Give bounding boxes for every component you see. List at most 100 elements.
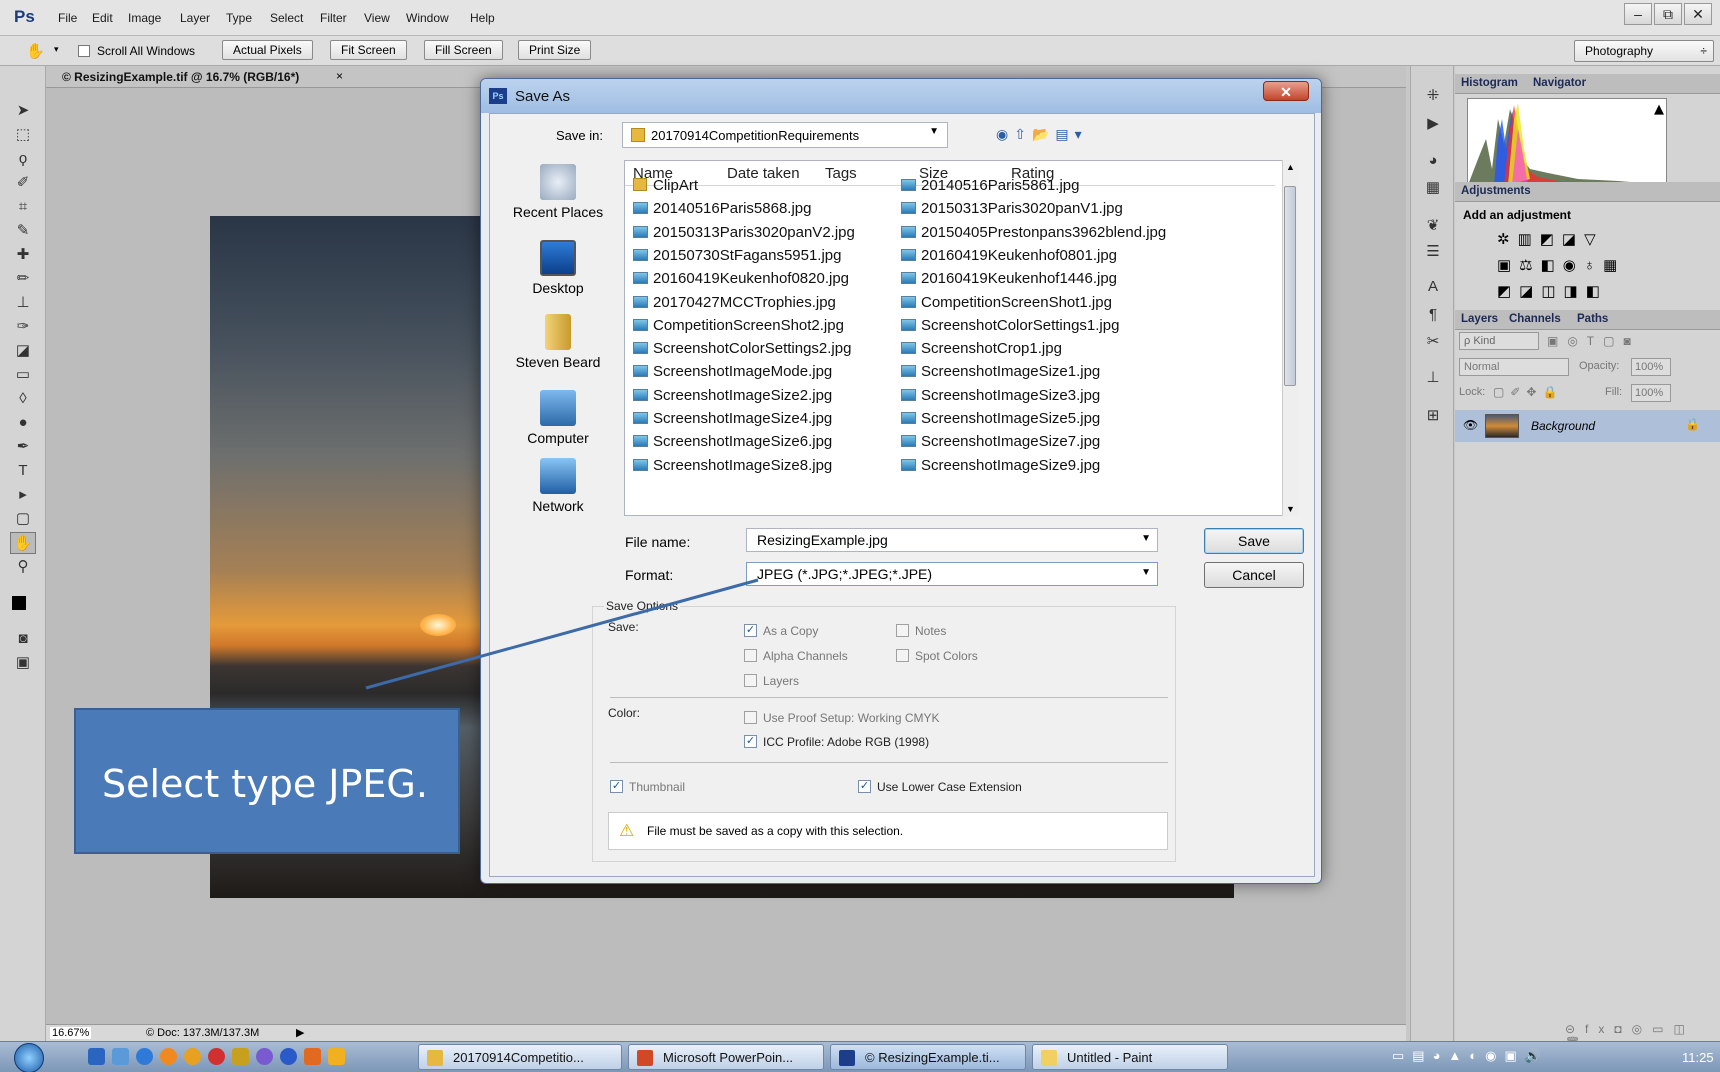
- navigation-icons[interactable]: ◉⇧📂▤▾: [996, 126, 1088, 143]
- lower-case-checkbox[interactable]: ✓: [858, 780, 871, 793]
- menu-filter[interactable]: Filter: [320, 11, 347, 25]
- blur-tool-icon[interactable]: ◊: [10, 388, 36, 410]
- file-item[interactable]: CompetitionScreenShot1.jpg: [901, 294, 1112, 316]
- chevron-down-icon[interactable]: ▼: [1141, 533, 1151, 544]
- lock-icons[interactable]: ▢✐✥🔒: [1493, 385, 1563, 399]
- spot-colors-checkbox[interactable]: [896, 649, 909, 662]
- print-size-button[interactable]: Print Size: [518, 40, 592, 60]
- menu-view[interactable]: View: [364, 11, 390, 25]
- show-desktop-icon[interactable]: [88, 1048, 105, 1065]
- marquee-tool-icon[interactable]: ⬚: [10, 124, 36, 146]
- taskbar-explorer[interactable]: 20170914Competitio...: [418, 1044, 622, 1070]
- dialog-close-button[interactable]: ✕: [1263, 81, 1309, 101]
- file-item[interactable]: ScreenshotImageMode.jpg: [633, 363, 832, 385]
- layer-row[interactable]: 👁 Background 🔒: [1455, 410, 1720, 442]
- opera-icon[interactable]: [208, 1048, 225, 1065]
- file-item[interactable]: 20160419Keukenhof0820.jpg: [633, 270, 849, 292]
- pen-tool-icon[interactable]: ✒: [10, 436, 36, 458]
- alpha-channels-checkbox[interactable]: [744, 649, 757, 662]
- tab-adjustments[interactable]: Adjustments: [1461, 185, 1531, 197]
- zoom-level[interactable]: 16.67%: [50, 1027, 92, 1039]
- minimize-button[interactable]: –: [1624, 3, 1652, 25]
- format-select[interactable]: JPEG (*.JPG;*.JPEG;*.JPE) ▼: [746, 562, 1158, 586]
- workspace-select[interactable]: Photography ÷: [1574, 40, 1714, 62]
- file-item[interactable]: ScreenshotImageSize9.jpg: [901, 457, 1100, 479]
- paragraph-icon[interactable]: ¶: [1423, 306, 1443, 323]
- healing-tool-icon[interactable]: ✚: [10, 244, 36, 266]
- menu-select[interactable]: Select: [270, 11, 303, 25]
- file-item[interactable]: 20160419Keukenhof0801.jpg: [901, 247, 1117, 269]
- bridge-icon[interactable]: [232, 1048, 249, 1065]
- history-brush-icon[interactable]: ✑: [10, 316, 36, 338]
- adjustment-icons-row-2[interactable]: ▣⚖◧◉♁▦: [1497, 256, 1625, 274]
- place-recent[interactable]: Recent Places: [492, 164, 624, 220]
- layer-filter-icons[interactable]: ▣◎T▢◙: [1547, 334, 1640, 348]
- actions-icon[interactable]: ▶: [1423, 114, 1443, 132]
- character-icon[interactable]: A: [1423, 278, 1443, 295]
- file-item[interactable]: 20140516Paris5861.jpg: [901, 177, 1079, 199]
- internet-explorer-icon[interactable]: [136, 1048, 153, 1065]
- browser-icon[interactable]: [184, 1048, 201, 1065]
- opacity-field[interactable]: 100%: [1631, 358, 1671, 376]
- scroll-all-checkbox[interactable]: [78, 45, 90, 57]
- path-select-icon[interactable]: ▸: [10, 484, 36, 506]
- type-tool-icon[interactable]: T: [10, 460, 36, 482]
- gradient-tool-icon[interactable]: ▭: [10, 364, 36, 386]
- thumbnail-checkbox[interactable]: ✓: [610, 780, 623, 793]
- file-item[interactable]: 20150313Paris3020panV1.jpg: [901, 200, 1123, 222]
- file-item[interactable]: 20170427MCCTrophies.jpg: [633, 294, 836, 316]
- tab-layers[interactable]: Layers: [1461, 313, 1498, 325]
- start-button[interactable]: [14, 1043, 44, 1072]
- lasso-tool-icon[interactable]: ϙ: [10, 148, 36, 170]
- fit-screen-button[interactable]: Fit Screen: [330, 40, 407, 60]
- menu-type[interactable]: Type: [226, 11, 252, 25]
- history-icon[interactable]: ⁜: [1423, 86, 1443, 104]
- actual-pixels-button[interactable]: Actual Pixels: [222, 40, 313, 60]
- restore-button[interactable]: ⧉: [1654, 3, 1682, 25]
- file-item[interactable]: ScreenshotCrop1.jpg: [901, 340, 1062, 362]
- column-tags[interactable]: Tags: [825, 165, 857, 182]
- column-date-taken[interactable]: Date taken: [727, 165, 800, 182]
- menu-edit[interactable]: Edit: [92, 11, 113, 25]
- file-item[interactable]: ScreenshotImageSize4.jpg: [633, 410, 832, 432]
- notes-checkbox[interactable]: [896, 624, 909, 637]
- file-item[interactable]: ScreenshotImageSize6.jpg: [633, 433, 832, 455]
- app-icon[interactable]: [256, 1048, 273, 1065]
- status-arrow-icon[interactable]: ▶: [296, 1026, 304, 1039]
- menu-file[interactable]: File: [58, 11, 77, 25]
- screen-mode-icon[interactable]: ▣: [10, 652, 36, 674]
- file-item[interactable]: 20150405Prestonpans3962blend.jpg: [901, 224, 1166, 246]
- layers-checkbox[interactable]: [744, 674, 757, 687]
- move-tool-icon[interactable]: ➤: [10, 100, 36, 122]
- tab-paths[interactable]: Paths: [1577, 313, 1608, 325]
- eye-icon[interactable]: 👁: [1463, 418, 1478, 432]
- tab-navigator[interactable]: Navigator: [1533, 77, 1586, 89]
- hand-tool-icon[interactable]: ✋: [26, 42, 45, 60]
- fill-field[interactable]: 100%: [1631, 384, 1671, 402]
- menu-image[interactable]: Image: [128, 11, 161, 25]
- dodge-tool-icon[interactable]: ●: [10, 412, 36, 434]
- zoom-tool-icon[interactable]: ⚲: [10, 556, 36, 578]
- app-icon[interactable]: [280, 1048, 297, 1065]
- close-tab-icon[interactable]: ×: [336, 69, 343, 83]
- file-item[interactable]: 20160419Keukenhof1446.jpg: [901, 270, 1117, 292]
- chevron-down-icon[interactable]: ▾: [54, 44, 59, 55]
- adjustment-icons-row-1[interactable]: ✲▥◩◪▽: [1497, 230, 1604, 248]
- file-item[interactable]: 20140516Paris5868.jpg: [633, 200, 811, 222]
- scrollbar-thumb[interactable]: [1284, 186, 1296, 386]
- file-item[interactable]: ScreenshotImageSize3.jpg: [901, 387, 1100, 409]
- fill-screen-button[interactable]: Fill Screen: [424, 40, 503, 60]
- place-network[interactable]: Network: [492, 458, 624, 514]
- stamp-tool-icon[interactable]: ⊥: [10, 292, 36, 314]
- adjustment-icons-row-3[interactable]: ◩◪◫◨◧: [1497, 282, 1608, 300]
- file-item[interactable]: ScreenshotImageSize8.jpg: [633, 457, 832, 479]
- menu-layer[interactable]: Layer: [180, 11, 210, 25]
- brush-preset-icon[interactable]: ❦: [1423, 216, 1443, 234]
- icc-profile-checkbox[interactable]: ✓: [744, 735, 757, 748]
- as-a-copy-checkbox[interactable]: ✓: [744, 624, 757, 637]
- swatches-icon[interactable]: ▦: [1423, 178, 1443, 196]
- taskbar-powerpoint[interactable]: Microsoft PowerPoin...: [628, 1044, 824, 1070]
- save-in-select[interactable]: 20170914CompetitionRequirements ▼: [622, 122, 948, 148]
- quick-select-tool-icon[interactable]: ✐: [10, 172, 36, 194]
- app-icon[interactable]: [328, 1048, 345, 1065]
